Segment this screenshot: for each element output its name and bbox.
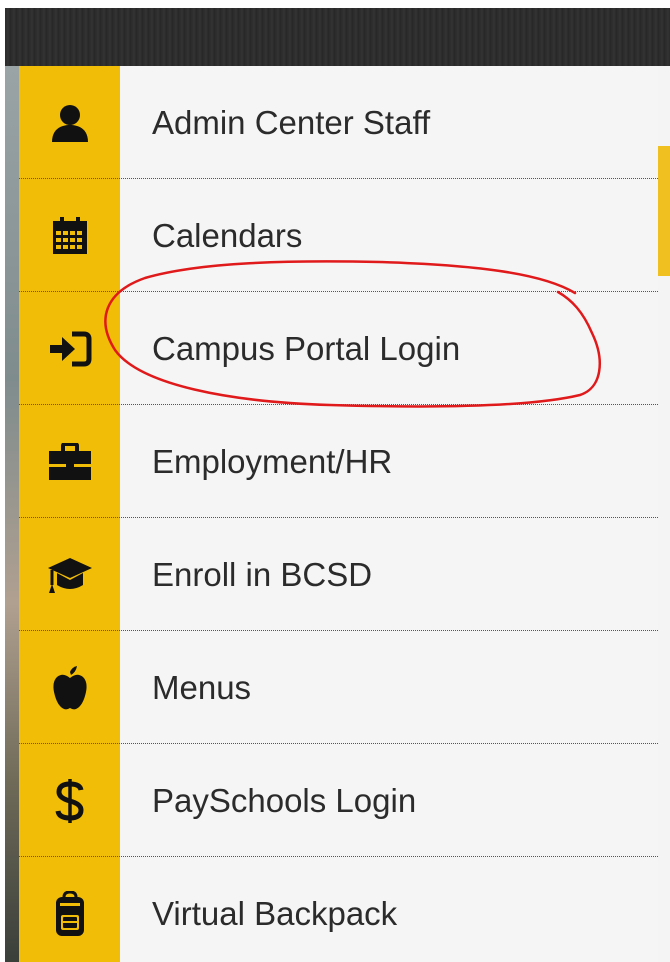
sign-in-icon <box>48 331 92 367</box>
calendar-icon <box>52 216 88 255</box>
menu-item-label: Calendars <box>152 216 303 254</box>
icon-cell <box>19 405 120 518</box>
menu-item-label: Menus <box>152 668 252 706</box>
menu-item-menus[interactable]: Menus <box>19 631 658 744</box>
icon-cell <box>19 179 120 292</box>
background-photo-edge <box>5 66 19 962</box>
icon-cell <box>19 631 120 744</box>
menu-item-payschools-login[interactable]: PaySchools Login <box>19 744 658 857</box>
icon-cell <box>19 66 120 179</box>
graduation-cap-icon <box>47 555 93 595</box>
briefcase-icon <box>48 442 92 481</box>
icon-cell <box>19 744 120 857</box>
menu-item-label: Admin Center Staff <box>152 103 431 141</box>
screenshot-frame: Admin Center Staff Calendars Campus Port… <box>0 0 670 962</box>
menu-item-virtual-backpack[interactable]: Virtual Backpack <box>19 857 658 962</box>
menu-item-employment-hr[interactable]: Employment/HR <box>19 405 658 518</box>
scrollbar-thumb[interactable] <box>658 146 670 276</box>
menu-item-campus-portal-login[interactable]: Campus Portal Login <box>19 292 658 405</box>
menu-item-calendars[interactable]: Calendars <box>19 179 658 292</box>
menu-item-enroll-in-bcsd[interactable]: Enroll in BCSD <box>19 518 658 631</box>
scrollbar[interactable] <box>658 66 670 962</box>
menu-item-label: Enroll in BCSD <box>152 555 373 593</box>
menu-item-label: PaySchools Login <box>152 781 417 819</box>
menu-item-label: Virtual Backpack <box>152 894 398 932</box>
dropdown-menu: Admin Center Staff Calendars Campus Port… <box>19 66 658 962</box>
menu-item-label: Employment/HR <box>152 442 393 480</box>
icon-cell <box>19 518 120 631</box>
user-icon <box>49 102 91 144</box>
apple-icon <box>52 665 88 710</box>
top-bar <box>5 8 670 66</box>
backpack-icon <box>53 890 87 937</box>
menu-item-label: Campus Portal Login <box>152 329 461 367</box>
icon-cell <box>19 292 120 405</box>
icon-cell <box>19 857 120 962</box>
menu-item-admin-center-staff[interactable]: Admin Center Staff <box>19 66 658 179</box>
dollar-icon <box>55 777 85 825</box>
